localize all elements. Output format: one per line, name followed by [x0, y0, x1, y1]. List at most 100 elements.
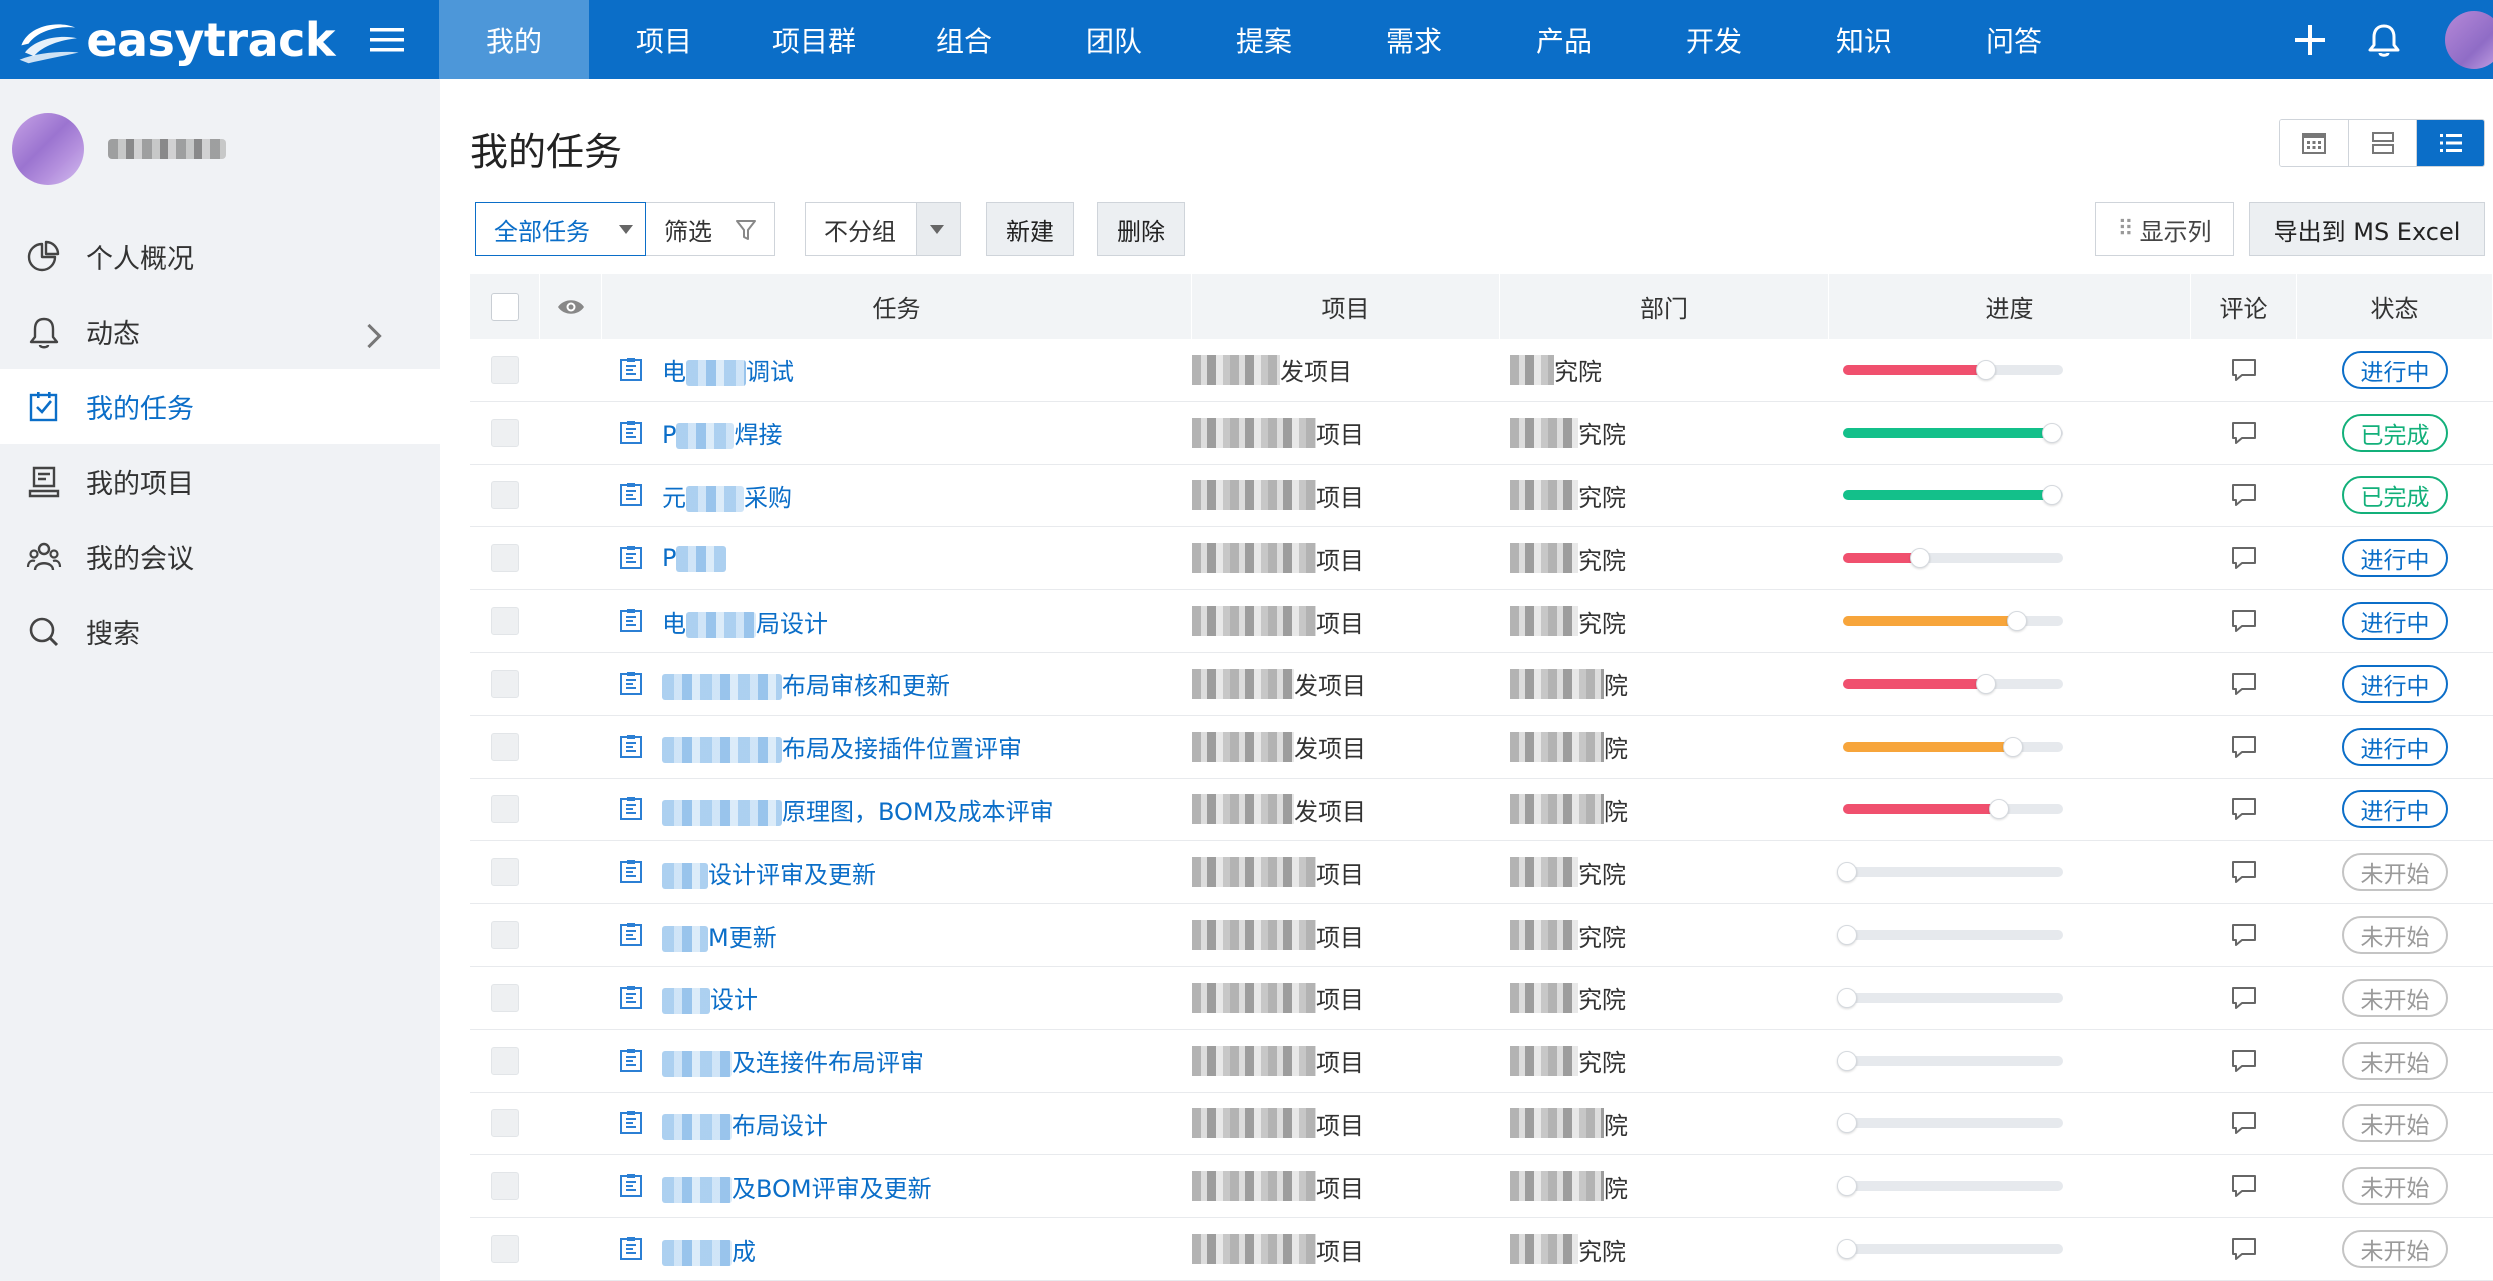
task-name-link[interactable]: 原理图，BOM及成本评审 — [662, 792, 1054, 827]
progress-knob[interactable] — [2003, 736, 2023, 757]
add-button[interactable] — [2273, 0, 2347, 79]
row-checkbox[interactable] — [491, 795, 519, 824]
comment-icon[interactable] — [2229, 356, 2259, 384]
nav-tab[interactable]: 产品 — [1489, 0, 1639, 79]
sidebar-item-2[interactable]: 我的任务 — [0, 369, 440, 444]
task-name-link[interactable]: 成 — [662, 1232, 756, 1267]
table-row[interactable]: M更新 项目 究院 未开始 — [470, 904, 2493, 967]
table-row[interactable]: 元 采购 项目 究院 已完成 — [470, 465, 2493, 528]
task-name-link[interactable]: 设计评审及更新 — [662, 855, 876, 890]
row-checkbox[interactable] — [491, 858, 519, 887]
row-checkbox[interactable] — [491, 607, 519, 636]
brand-logo[interactable]: easytrack — [0, 0, 335, 79]
progress-knob[interactable] — [1837, 1113, 1857, 1134]
delete-button[interactable]: 删除 — [1097, 202, 1185, 256]
row-checkbox[interactable] — [491, 921, 519, 950]
table-row[interactable]: 及BOM评审及更新 项目 院 未开始 — [470, 1155, 2493, 1219]
status-column-header[interactable]: 状态 — [2297, 274, 2493, 339]
row-checkbox[interactable] — [491, 669, 519, 698]
notifications-button[interactable] — [2347, 0, 2421, 79]
sidebar-item-0[interactable]: 个人概况 — [0, 219, 440, 294]
progress-knob[interactable] — [2042, 485, 2062, 506]
card-view-button[interactable] — [2348, 120, 2416, 166]
nav-tab[interactable]: 提案 — [1189, 0, 1339, 79]
nav-tab[interactable]: 组合 — [889, 0, 1039, 79]
comment-icon[interactable] — [2229, 607, 2259, 635]
table-row[interactable]: 成 项目 究院 未开始 — [470, 1218, 2493, 1281]
row-checkbox[interactable] — [491, 1235, 519, 1264]
table-row[interactable]: 原理图，BOM及成本评审 发项目 院 进行中 — [470, 779, 2493, 842]
progress-knob[interactable] — [1837, 1050, 1857, 1071]
row-checkbox[interactable] — [491, 1046, 519, 1075]
dept-column-header[interactable]: 部门 — [1500, 274, 1829, 339]
progress-knob[interactable] — [1910, 548, 1930, 569]
task-scope-select[interactable]: 全部任务 — [475, 202, 646, 256]
comment-icon[interactable] — [2229, 921, 2259, 949]
comment-icon[interactable] — [2229, 1235, 2259, 1263]
table-row[interactable]: 电 局设计 项目 究院 进行中 — [470, 590, 2493, 653]
new-task-button[interactable]: 新建 — [986, 202, 1074, 256]
comment-icon[interactable] — [2229, 544, 2259, 572]
sidebar-item-3[interactable]: 我的项目 — [0, 444, 440, 519]
task-name-link[interactable]: 电 局设计 — [662, 604, 828, 639]
user-avatar[interactable] — [2445, 10, 2493, 69]
row-checkbox[interactable] — [491, 418, 519, 447]
task-name-link[interactable]: 电 调试 — [662, 352, 794, 387]
comment-icon[interactable] — [2229, 1109, 2259, 1137]
progress-knob[interactable] — [1989, 799, 2009, 820]
progress-knob[interactable] — [1837, 925, 1857, 946]
nav-tab[interactable]: 知识 — [1789, 0, 1939, 79]
user-profile[interactable] — [0, 79, 440, 219]
row-checkbox[interactable] — [491, 732, 519, 761]
comment-icon[interactable] — [2229, 795, 2259, 823]
task-name-link[interactable]: 布局设计 — [662, 1106, 828, 1141]
table-row[interactable]: P 项目 究院 进行中 — [470, 527, 2493, 591]
nav-tab[interactable]: 需求 — [1339, 0, 1489, 79]
comment-icon[interactable] — [2229, 858, 2259, 886]
comment-icon[interactable] — [2229, 419, 2259, 447]
calendar-view-button[interactable] — [2280, 120, 2348, 166]
nav-tab[interactable]: 问答 — [1939, 0, 2089, 79]
task-name-link[interactable]: P 焊接 — [662, 415, 782, 450]
project-column-header[interactable]: 项目 — [1192, 274, 1500, 339]
task-name-link[interactable]: 设计 — [662, 980, 758, 1015]
table-row[interactable]: 设计评审及更新 项目 究院 未开始 — [470, 841, 2493, 905]
progress-knob[interactable] — [1837, 1176, 1857, 1197]
select-all-checkbox[interactable] — [490, 292, 519, 321]
row-checkbox[interactable] — [491, 544, 519, 573]
progress-knob[interactable] — [1837, 862, 1857, 883]
group-by-select[interactable]: 不分组 — [805, 202, 961, 256]
nav-tab[interactable]: 我的 — [439, 0, 589, 79]
table-row[interactable]: 布局及接插件位置评审 发项目 院 进行中 — [470, 716, 2493, 779]
menu-toggle-button[interactable] — [335, 0, 439, 79]
sidebar-item-5[interactable]: 搜索 — [0, 594, 440, 669]
progress-knob[interactable] — [1976, 359, 1996, 380]
task-name-link[interactable]: 元 采购 — [662, 478, 792, 513]
nav-tab[interactable]: 团队 — [1039, 0, 1189, 79]
row-checkbox[interactable] — [491, 1172, 519, 1201]
export-excel-button[interactable]: 导出到 MS Excel — [2249, 202, 2485, 256]
list-view-button[interactable] — [2416, 120, 2484, 166]
filter-button[interactable]: 筛选 — [646, 202, 775, 256]
progress-knob[interactable] — [1837, 1239, 1857, 1260]
nav-tab[interactable]: 项目群 — [739, 0, 889, 79]
progress-knob[interactable] — [2007, 611, 2027, 632]
comment-icon[interactable] — [2229, 1047, 2259, 1075]
comment-icon[interactable] — [2229, 670, 2259, 698]
task-name-link[interactable]: 及连接件布局评审 — [662, 1043, 924, 1078]
task-name-link[interactable]: 布局审核和更新 — [662, 666, 950, 701]
comment-icon[interactable] — [2229, 481, 2259, 509]
nav-tab[interactable]: 项目 — [589, 0, 739, 79]
progress-column-header[interactable]: 进度 — [1829, 274, 2191, 339]
task-name-link[interactable]: M更新 — [662, 918, 777, 953]
show-columns-button[interactable]: ⠿ 显示列 — [2095, 202, 2234, 256]
row-checkbox[interactable] — [491, 355, 519, 384]
task-name-link[interactable]: P — [662, 544, 727, 573]
sidebar-item-4[interactable]: 我的会议 — [0, 519, 440, 594]
table-row[interactable]: P 焊接 项目 究院 已完成 — [470, 402, 2493, 465]
progress-knob[interactable] — [1976, 673, 1996, 694]
comment-column-header[interactable]: 评论 — [2191, 274, 2297, 339]
row-checkbox[interactable] — [491, 983, 519, 1012]
table-row[interactable]: 布局审核和更新 发项目 院 进行中 — [470, 653, 2493, 716]
comment-icon[interactable] — [2229, 1172, 2259, 1200]
